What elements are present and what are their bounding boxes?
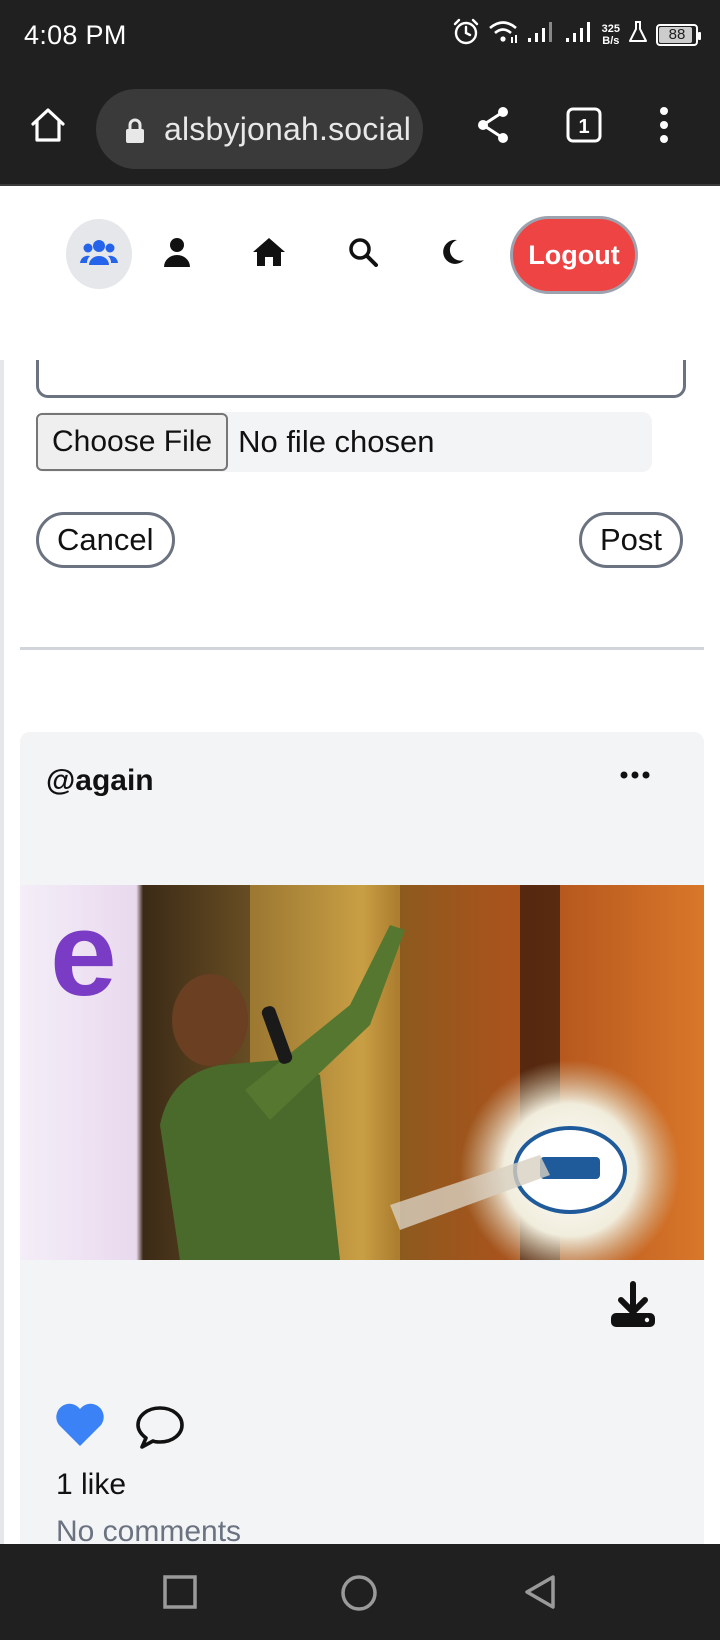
signal-icon [526,20,556,49]
share-icon[interactable] [474,105,512,150]
battery-level: 88 [668,25,686,43]
post-username[interactable]: @again [46,764,154,798]
lab-flask-icon [628,20,648,49]
choose-file-button[interactable]: Choose File [36,413,229,471]
app-nav: Logout [0,186,720,360]
browser-toolbar: alsbyjonah.social 1 [0,74,720,186]
status-time: 4:08 PM [24,20,127,50]
moon-icon [439,238,465,271]
logout-button[interactable]: Logout [510,216,638,294]
wifi-icon [488,19,518,50]
tab-count: 1 [578,116,589,138]
more-horizontal-icon[interactable] [620,768,650,786]
back-icon[interactable] [522,1574,558,1615]
nav-friends[interactable] [66,219,132,289]
nav-search[interactable] [330,219,396,289]
network-speed-value: 325 [601,22,620,35]
status-icons: 325 B/s 88 [452,18,701,51]
svg-text:e: e [50,887,117,1021]
file-input[interactable]: Choose File No file chosen [36,412,652,472]
home-icon[interactable] [28,105,68,150]
network-speed-unit: B/s [602,34,620,47]
nav-home[interactable] [236,219,302,289]
cancel-button[interactable]: Cancel [36,512,175,568]
like-count: 1 like [56,1468,127,1501]
battery-icon: 88 [656,23,701,46]
network-speed: 325 B/s [602,23,620,47]
file-status: No file chosen [238,424,435,459]
alarm-icon [452,18,480,51]
recents-icon[interactable] [162,1574,198,1615]
signal-icon [564,20,594,49]
url-text: alsbyjonah.social [164,111,412,147]
post-image[interactable]: e [20,885,704,1260]
status-bar: 4:08 PM 325 B/s 88 [0,0,720,74]
lock-icon [124,118,146,149]
download-icon[interactable] [608,1280,658,1335]
system-nav-bar [0,1544,720,1640]
comment-icon[interactable] [134,1404,186,1455]
tabs-icon[interactable]: 1 [564,105,604,150]
heart-icon[interactable] [54,1402,106,1453]
post-button[interactable]: Post [579,512,684,568]
comments-status[interactable]: No comments [56,1515,241,1544]
search-icon [348,237,378,272]
divider [20,647,704,650]
nav-theme[interactable] [419,219,485,289]
home-icon [252,237,286,272]
nav-profile[interactable] [144,219,210,289]
more-vert-icon[interactable] [652,105,676,150]
feed-scroll-area[interactable]: Choose File No file chosen Cancel Post @… [0,360,720,1544]
user-icon [163,237,191,272]
users-icon [80,237,118,272]
home-circle-icon[interactable] [340,1574,378,1617]
address-bar[interactable]: alsbyjonah.social [96,89,423,169]
post-textarea[interactable] [36,360,686,398]
